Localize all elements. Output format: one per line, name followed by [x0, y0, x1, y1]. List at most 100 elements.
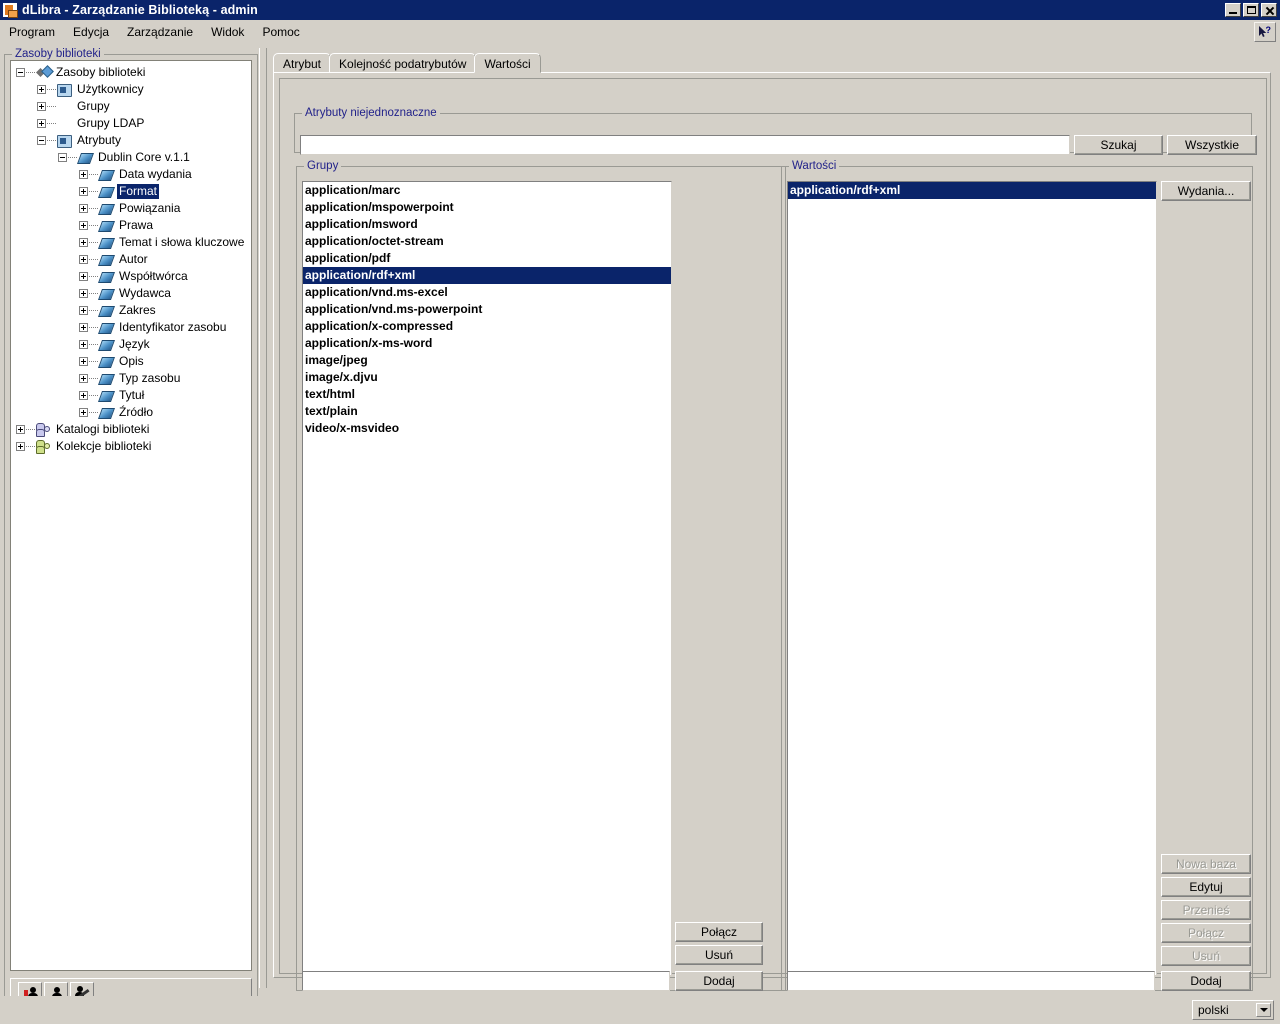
tree-expand-icon[interactable]: [79, 272, 88, 281]
tree-item[interactable]: Identyfikator zasobu: [11, 319, 251, 336]
minimize-icon[interactable]: [1225, 3, 1241, 17]
search-input[interactable]: [300, 135, 1070, 155]
tree-expand-icon[interactable]: [79, 221, 88, 230]
tree-expand-icon[interactable]: [79, 374, 88, 383]
tree-item[interactable]: Współtwórca: [11, 268, 251, 285]
splitter-handle[interactable]: [259, 48, 267, 988]
groups-list-item[interactable]: image/x.djvu: [303, 369, 671, 386]
groups-list-item[interactable]: text/html: [303, 386, 671, 403]
tree-item[interactable]: Wydawca: [11, 285, 251, 302]
tree-item[interactable]: Typ zasobu: [11, 370, 251, 387]
values-input[interactable]: [787, 971, 1155, 991]
tree-expand-icon[interactable]: [79, 187, 88, 196]
menu-item-pomoc[interactable]: Pomoc: [253, 22, 308, 42]
tree-item[interactable]: Użytkownicy: [11, 81, 251, 98]
tree-expand-icon[interactable]: [79, 306, 88, 315]
values-list[interactable]: application/rdf+xml: [787, 181, 1157, 976]
groups-list[interactable]: application/marc application/mspowerpoint…: [302, 181, 672, 976]
tab-kolejnosc-podatrybutow[interactable]: Kolejność podatrybutów: [329, 53, 477, 73]
tree-expand-icon[interactable]: [16, 442, 25, 451]
groups-list-item[interactable]: text/plain: [303, 403, 671, 420]
new-base-button[interactable]: Nowa baza: [1161, 854, 1251, 874]
tree-item[interactable]: Opis: [11, 353, 251, 370]
tree-item[interactable]: Grupy LDAP: [11, 115, 251, 132]
groups-add-button[interactable]: Dodaj: [675, 971, 763, 991]
tree-item[interactable]: Zakres: [11, 302, 251, 319]
tree-collapse-icon[interactable]: [16, 68, 25, 77]
tree-expand-icon[interactable]: [37, 119, 46, 128]
groups-delete-button[interactable]: Usuń: [675, 945, 763, 965]
values-join-button[interactable]: Połącz: [1161, 923, 1251, 943]
editions-button[interactable]: Wydania...: [1161, 181, 1251, 201]
tree-connector: [68, 157, 77, 158]
groups-input[interactable]: [302, 971, 670, 991]
menu-item-zarzadzanie[interactable]: Zarządzanie: [118, 22, 202, 42]
tree-connector: [47, 123, 56, 124]
tree-item[interactable]: Zasoby biblioteki: [11, 64, 251, 81]
chevron-down-icon[interactable]: [1256, 1003, 1271, 1017]
groups-list-item[interactable]: application/mspowerpoint: [303, 199, 671, 216]
tree-collapse-icon[interactable]: [37, 136, 46, 145]
tree-item[interactable]: Autor: [11, 251, 251, 268]
groups-join-button[interactable]: Połącz: [675, 922, 763, 942]
groups-list-item[interactable]: application/octet-stream: [303, 233, 671, 250]
menu-item-widok[interactable]: Widok: [202, 22, 253, 42]
tree-expand-icon[interactable]: [79, 408, 88, 417]
tree-expand-icon[interactable]: [79, 255, 88, 264]
tab-atrybut[interactable]: Atrybut: [273, 53, 332, 73]
groups-list-item[interactable]: application/vnd.ms-powerpoint: [303, 301, 671, 318]
groups-list-item[interactable]: application/vnd.ms-excel: [303, 284, 671, 301]
tree-item[interactable]: Język: [11, 336, 251, 353]
context-help-icon[interactable]: ?: [1254, 22, 1276, 42]
tree-item[interactable]: Grupy: [11, 98, 251, 115]
tree-item[interactable]: Temat i słowa kluczowe: [11, 234, 251, 251]
tree-expand-icon[interactable]: [37, 102, 46, 111]
tree-expand-icon[interactable]: [16, 425, 25, 434]
tab-wartosci[interactable]: Wartości: [474, 53, 541, 73]
groups-list-item[interactable]: application/msword: [303, 216, 671, 233]
tree-item[interactable]: Format: [11, 183, 251, 200]
tree-expand-icon[interactable]: [79, 170, 88, 179]
tree-expand-icon[interactable]: [79, 340, 88, 349]
tree-expand-icon[interactable]: [79, 391, 88, 400]
tree-expand-icon[interactable]: [79, 323, 88, 332]
tree-item[interactable]: Tytuł: [11, 387, 251, 404]
close-icon[interactable]: [1261, 3, 1277, 17]
menu-item-edycja[interactable]: Edycja: [64, 22, 118, 42]
tree-item[interactable]: Powiązania: [11, 200, 251, 217]
tree-item[interactable]: Data wydania: [11, 166, 251, 183]
values-list-item[interactable]: application/rdf+xml: [788, 182, 1156, 199]
tree-item[interactable]: Dublin Core v.1.1: [11, 149, 251, 166]
values-delete-button[interactable]: Usuń: [1161, 946, 1251, 966]
show-all-button[interactable]: Wszystkie: [1167, 135, 1257, 155]
tree-item[interactable]: Kolekcje biblioteki: [11, 438, 251, 455]
tree-item[interactable]: Atrybuty: [11, 132, 251, 149]
groups-list-item[interactable]: application/x-ms-word: [303, 335, 671, 352]
groups-list-item[interactable]: application/marc: [303, 182, 671, 199]
groups-list-item[interactable]: application/x-compressed: [303, 318, 671, 335]
tree-item[interactable]: Katalogi biblioteki: [11, 421, 251, 438]
search-button[interactable]: Szukaj: [1074, 135, 1163, 155]
groups-list-item[interactable]: video/x-msvideo: [303, 420, 671, 437]
sidebar-title: Zasoby biblioteki: [12, 48, 104, 60]
tree-expand-icon[interactable]: [79, 289, 88, 298]
groups-list-item[interactable]: application/pdf: [303, 250, 671, 267]
maximize-icon[interactable]: [1243, 3, 1259, 17]
tree-expand-icon[interactable]: [79, 204, 88, 213]
groups-list-item[interactable]: application/rdf+xml: [303, 267, 671, 284]
groups-list-item[interactable]: image/jpeg: [303, 352, 671, 369]
resource-tree[interactable]: Zasoby biblioteki Użytkownicy Grupy Grupy L…: [10, 60, 252, 971]
values-add-button[interactable]: Dodaj: [1161, 971, 1251, 991]
language-select[interactable]: polski: [1192, 1000, 1274, 1020]
move-button[interactable]: Przenieś: [1161, 900, 1251, 920]
tree-expand-icon[interactable]: [37, 85, 46, 94]
edit-button[interactable]: Edytuj: [1161, 877, 1251, 897]
tree-collapse-icon[interactable]: [58, 153, 67, 162]
tree-expand-icon[interactable]: [79, 238, 88, 247]
menu-item-program[interactable]: Program: [0, 22, 64, 42]
tree-item[interactable]: Prawa: [11, 217, 251, 234]
tree-expand-icon[interactable]: [79, 357, 88, 366]
tree-item[interactable]: Źródło: [11, 404, 251, 421]
